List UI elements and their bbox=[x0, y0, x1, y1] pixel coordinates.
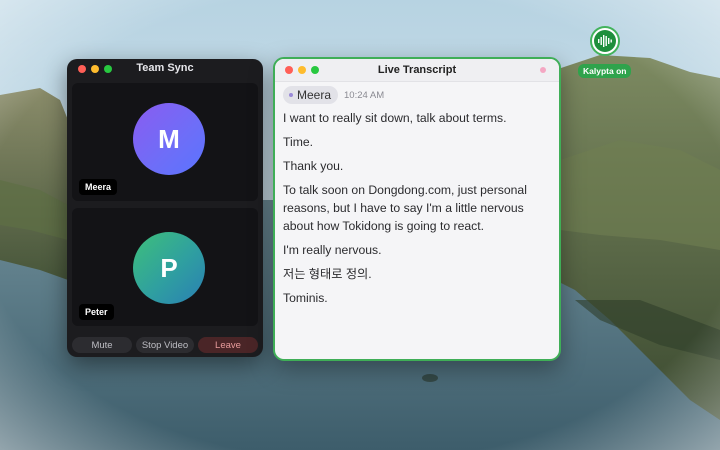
transcript-line: I'm really nervous. bbox=[283, 243, 382, 257]
transcript-line: To talk soon on Dongdong.com, just perso… bbox=[283, 183, 527, 233]
leave-button[interactable]: Leave bbox=[198, 337, 258, 353]
kalypta-status: Kalypta on bbox=[578, 64, 632, 78]
transcript-line: 저는 형태로 정의. bbox=[283, 267, 372, 281]
speaker-name: Meera bbox=[297, 88, 332, 102]
avatar: M bbox=[133, 103, 205, 175]
recording-indicator-icon bbox=[540, 67, 546, 73]
call-controls: Mute Stop Video Leave bbox=[67, 337, 263, 353]
mute-button[interactable]: Mute bbox=[72, 337, 132, 353]
transcript-line: Thank you. bbox=[283, 159, 344, 173]
team-sync-window: Team Sync M Meera P Peter Mute Stop Vide… bbox=[67, 59, 263, 357]
kalypta-indicator[interactable]: Kalypta on bbox=[578, 24, 634, 80]
transcript-line: Time. bbox=[283, 135, 314, 149]
transcript-titlebar[interactable]: Live Transcript bbox=[275, 59, 559, 82]
speaker-dot-icon bbox=[289, 93, 293, 97]
avatar: P bbox=[133, 232, 205, 304]
window-title: Team Sync bbox=[136, 62, 194, 74]
participant-tile-meera[interactable]: M Meera bbox=[72, 83, 258, 201]
transcript-lines: I want to really sit down, talk about te… bbox=[283, 109, 547, 313]
speaker-label: Meera bbox=[283, 86, 339, 104]
transcript-line: Tominis. bbox=[283, 291, 328, 305]
participant-name: Peter bbox=[79, 304, 114, 320]
window-title: Live Transcript bbox=[377, 64, 457, 76]
timestamp: 10:24 AM bbox=[344, 89, 385, 101]
participant-tile-peter[interactable]: P Peter bbox=[72, 208, 258, 326]
speaker-row: Meera 10:24 AM bbox=[283, 86, 384, 104]
team-sync-titlebar[interactable]: Team Sync bbox=[67, 59, 263, 79]
kalypta-button[interactable] bbox=[590, 26, 620, 56]
participant-name: Meera bbox=[79, 179, 118, 195]
stop-video-button[interactable]: Stop Video bbox=[136, 337, 194, 353]
waveform-icon bbox=[594, 30, 616, 52]
transcript-line: I want to really sit down, talk about te… bbox=[283, 111, 507, 125]
live-transcript-window: Live Transcript Meera 10:24 AM I want to… bbox=[273, 57, 561, 361]
